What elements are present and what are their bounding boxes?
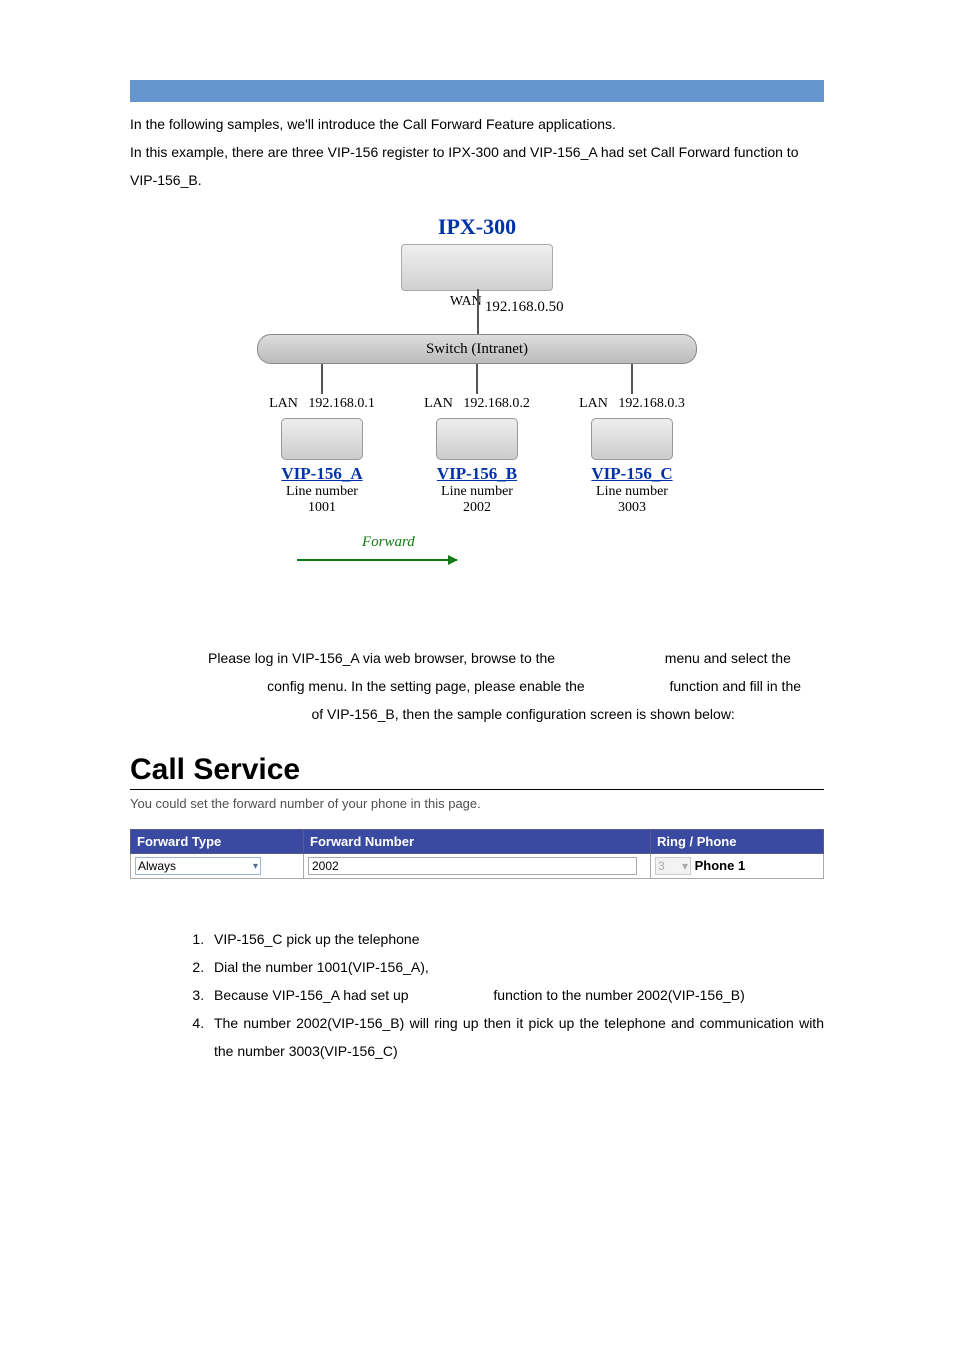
network-diagram: IPX-300 WAN 192.168.0.50 Switch (Intrane…	[237, 214, 717, 614]
document-page: In the following samples, we'll introduc…	[0, 0, 954, 1139]
cell-forward-type: Always ▾	[131, 854, 304, 879]
spacer	[130, 879, 824, 919]
col-ring-phone: Ring / Phone	[651, 830, 824, 854]
line-number-label: Line number	[407, 484, 547, 500]
router-icon	[401, 244, 553, 291]
line-number-label: Line number	[562, 484, 702, 500]
step-text: Dial the number 1001(VIP-156_A),	[214, 959, 429, 975]
seg: menu and select the	[661, 650, 795, 666]
adapter-icon	[281, 418, 363, 460]
test-steps-list: VIP-156_C pick up the telephone Dial the…	[170, 925, 824, 1065]
call-service-subtitle: You could set the forward number of your…	[130, 796, 824, 811]
lan-label: LAN	[579, 396, 608, 411]
switch-bar: Switch (Intranet)	[257, 334, 697, 364]
step-post: function to the number 2002(VIP-156_B)	[490, 987, 745, 1003]
wan-ip: 192.168.0.50	[485, 299, 564, 316]
divider	[130, 789, 824, 790]
list-item: The number 2002(VIP-156_B) will ring up …	[208, 1009, 824, 1065]
select-value: 3	[658, 859, 665, 873]
step-pre: Because VIP-156_A had set up	[214, 987, 412, 1003]
bold: Name and URL	[208, 706, 308, 722]
lan-row: LAN 192.168.0.3	[562, 396, 702, 412]
line-number: 3003	[562, 500, 702, 516]
device-c: LAN 192.168.0.3 VIP-156_C Line number 30…	[562, 364, 702, 516]
step-text: The number 2002(VIP-156_B) will ring up …	[214, 1015, 824, 1059]
seg: Please log in VIP-156_A via web browser,…	[208, 650, 559, 666]
connector-line	[477, 289, 479, 334]
table-row: Always ▾ 2002 3 ▾ Phone 1	[131, 854, 824, 879]
lan-row: LAN 192.168.0.2	[407, 396, 547, 412]
test-scenario: VIP-156_C pick up the telephone Dial the…	[170, 925, 824, 1065]
step-bold: All Forward	[412, 987, 489, 1003]
cell-forward-number: 2002	[304, 854, 651, 879]
adapter-icon	[591, 418, 673, 460]
adapter-icon	[436, 418, 518, 460]
bold: All Forward	[589, 678, 666, 694]
chevron-down-icon: ▾	[253, 861, 258, 872]
lan-label: LAN	[424, 396, 453, 411]
line-number: 2002	[407, 500, 547, 516]
col-forward-number: Forward Number	[304, 830, 651, 854]
forward-type-select[interactable]: Always ▾	[135, 857, 261, 875]
select-value: Always	[138, 859, 176, 873]
table-header-row: Forward Type Forward Number Ring / Phone	[131, 830, 824, 854]
line-number-label: Line number	[252, 484, 392, 500]
cell-ring-phone: 3 ▾ Phone 1	[651, 854, 824, 879]
lan-label: LAN	[269, 396, 298, 411]
phone-label: Phone 1	[695, 858, 746, 873]
device-name: VIP-156_A	[252, 464, 392, 484]
device-name: VIP-156_C	[562, 464, 702, 484]
seg: of VIP-156_B, then the sample configurat…	[308, 706, 735, 722]
col-forward-type: Forward Type	[131, 830, 304, 854]
list-item: VIP-156_C pick up the telephone	[208, 925, 824, 953]
config-instructions: Please log in VIP-156_A via web browser,…	[208, 644, 824, 728]
connector-line	[631, 364, 633, 394]
intro-text: In the following samples, we'll introduc…	[130, 110, 824, 194]
forward-label: Forward	[362, 534, 415, 551]
intro-line1: In the following samples, we'll introduc…	[130, 116, 616, 132]
diagram-title: IPX-300	[438, 214, 516, 240]
device-name: VIP-156_B	[407, 464, 547, 484]
forward-table: Forward Type Forward Number Ring / Phone…	[130, 829, 824, 879]
connector-line	[321, 364, 323, 394]
lan-ip: 192.168.0.1	[308, 396, 375, 411]
lan-ip: 192.168.0.3	[618, 396, 685, 411]
line-number: 1001	[252, 500, 392, 516]
list-item: Dial the number 1001(VIP-156_A),	[208, 953, 824, 981]
section-banner	[130, 80, 824, 102]
device-a: LAN 192.168.0.1 VIP-156_A Line number 10…	[252, 364, 392, 516]
list-item: Because VIP-156_A had set up All Forward…	[208, 981, 824, 1009]
lan-ip: 192.168.0.2	[463, 396, 530, 411]
call-service-title: Call Service	[130, 753, 824, 787]
bold: Phone Settings	[559, 650, 661, 666]
ring-select[interactable]: 3 ▾	[655, 857, 691, 875]
seg: config menu. In the setting page, please…	[263, 678, 588, 694]
chevron-down-icon: ▾	[682, 859, 688, 873]
input-value: 2002	[312, 859, 339, 873]
lan-row: LAN 192.168.0.1	[252, 396, 392, 412]
forward-arrow-icon	[297, 559, 457, 561]
intro-line2: In this example, there are three VIP-156…	[130, 144, 798, 188]
forward-number-input[interactable]: 2002	[308, 857, 637, 875]
seg: function and fill in the	[666, 678, 801, 694]
device-b: LAN 192.168.0.2 VIP-156_B Line number 20…	[407, 364, 547, 516]
connector-line	[476, 364, 478, 394]
step-text: VIP-156_C pick up the telephone	[214, 931, 419, 947]
